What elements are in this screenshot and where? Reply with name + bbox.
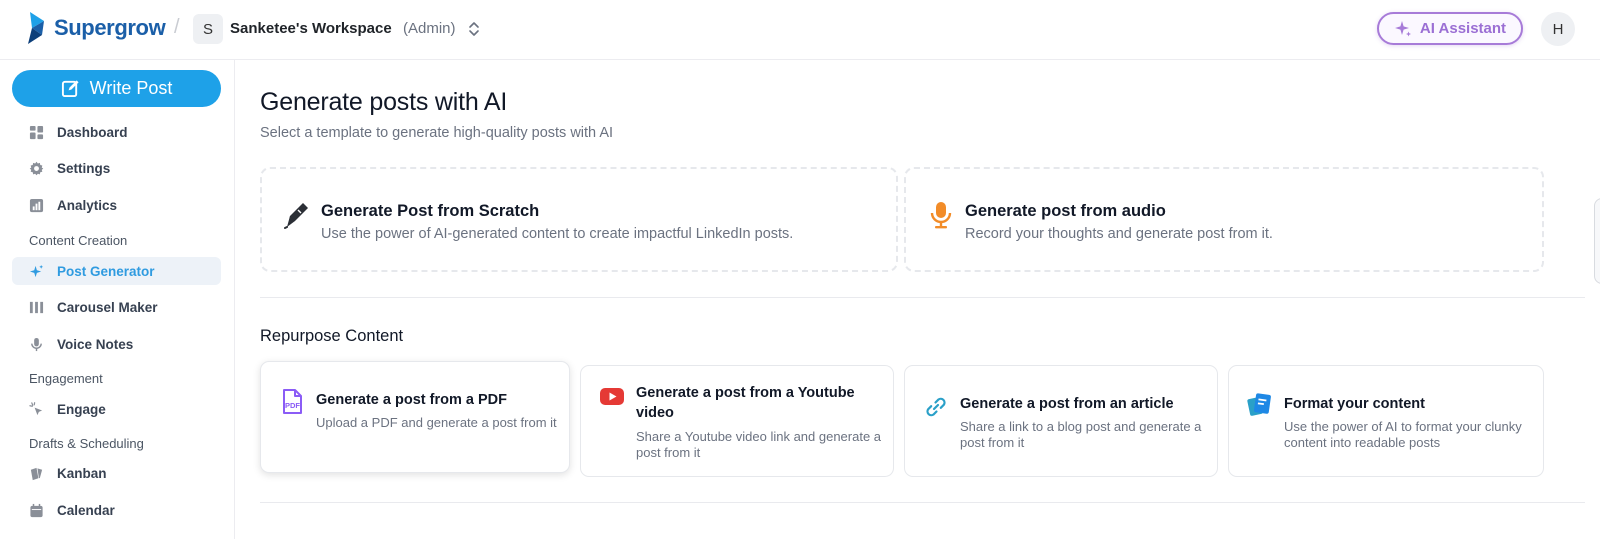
sidebar-item-label: Engage xyxy=(57,401,106,417)
sparkle-icon xyxy=(1394,20,1411,36)
side-panel-handle[interactable] xyxy=(1594,198,1600,284)
repurpose-section-title: Repurpose Content xyxy=(260,327,404,345)
microphone-icon xyxy=(31,337,42,351)
template-card-description: Use the power of AI-generated content to… xyxy=(321,226,794,242)
repurpose-card-pdf[interactable]: PDF Generate a post from a PDF Upload a … xyxy=(260,361,570,473)
gear-icon xyxy=(29,161,44,175)
brand-name: Supergrow xyxy=(54,15,166,40)
sidebar-item-label: Analytics xyxy=(57,197,118,213)
calendar-icon xyxy=(30,503,43,517)
sidebar-item-calendar[interactable]: Calendar xyxy=(12,496,221,524)
breadcrumb-separator: / xyxy=(174,16,180,38)
link-icon xyxy=(926,397,946,417)
user-avatar[interactable]: H xyxy=(1541,12,1575,46)
sidebar-item-kanban[interactable]: Kanban xyxy=(12,459,221,487)
columns-icon xyxy=(29,301,44,313)
sidebar: Write Post Dashboard Settings Analytics … xyxy=(0,60,235,539)
section-divider xyxy=(260,502,1585,503)
top-bar: Supergrow / S Sanketee's Workspace (Admi… xyxy=(0,0,1600,60)
svg-text:PDF: PDF xyxy=(285,401,300,410)
repurpose-card-description: Share a link to a blog post and generate… xyxy=(960,419,1202,450)
sidebar-item-label: Calendar xyxy=(57,502,115,518)
ai-assistant-label: AI Assistant xyxy=(1419,20,1507,37)
sidebar-item-carousel-maker[interactable]: Carousel Maker xyxy=(12,293,221,321)
repurpose-card-format[interactable]: Format your content Use the power of AI … xyxy=(1228,365,1544,477)
workspace-avatar[interactable]: S xyxy=(193,14,223,44)
write-post-button[interactable]: Write Post xyxy=(12,70,221,107)
template-card-audio[interactable]: Generate post from audio Record your tho… xyxy=(904,167,1544,272)
sidebar-item-label: Carousel Maker xyxy=(57,299,158,315)
youtube-icon xyxy=(600,388,624,405)
template-card-description: Record your thoughts and generate post f… xyxy=(965,226,1273,242)
write-post-label: Write Post xyxy=(89,78,173,98)
chevron-up-down-icon[interactable] xyxy=(467,19,481,39)
bar-chart-icon xyxy=(29,198,44,212)
sidebar-item-label: Settings xyxy=(57,160,111,176)
section-drafts-scheduling: Drafts & Scheduling xyxy=(29,436,144,451)
repurpose-card-title: Generate a post from a Youtube video xyxy=(636,385,855,421)
sidebar-item-label: Kanban xyxy=(57,465,107,481)
cursor-click-icon xyxy=(29,401,43,415)
section-content-creation: Content Creation xyxy=(29,233,128,248)
sidebar-item-settings[interactable]: Settings xyxy=(12,154,221,182)
workspace-name[interactable]: Sanketee's Workspace xyxy=(230,20,392,37)
sparkle-icon xyxy=(29,264,44,277)
page-subtitle: Select a template to generate high-quali… xyxy=(260,125,614,141)
repurpose-card-title: Generate a post from a PDF xyxy=(316,392,507,408)
edit-icon xyxy=(61,80,79,98)
template-card-title: Generate post from audio xyxy=(965,202,1166,220)
section-divider xyxy=(260,297,1585,298)
repurpose-card-description: Use the power of AI to format your clunk… xyxy=(1284,419,1522,450)
repurpose-card-description: Share a Youtube video link and generate … xyxy=(636,429,882,460)
sidebar-item-engage[interactable]: Engage xyxy=(12,395,221,423)
sidebar-item-voice-notes[interactable]: Voice Notes xyxy=(12,330,221,358)
microphone-icon xyxy=(930,202,952,229)
sidebar-item-label: Dashboard xyxy=(57,124,128,140)
sidebar-item-label: Post Generator xyxy=(57,263,155,279)
brand-logo[interactable]: Supergrow xyxy=(24,11,166,45)
section-engagement: Engagement xyxy=(29,371,103,386)
format-icon xyxy=(1247,393,1271,416)
repurpose-card-article[interactable]: Generate a post from an article Share a … xyxy=(904,365,1218,477)
page-title: Generate posts with AI xyxy=(260,88,508,116)
pen-icon xyxy=(284,203,308,229)
cards-icon xyxy=(30,467,43,480)
sidebar-item-dashboard[interactable]: Dashboard xyxy=(12,118,221,146)
dashboard-icon xyxy=(29,125,44,139)
repurpose-card-youtube[interactable]: Generate a post from a Youtube video Sha… xyxy=(580,365,894,477)
sidebar-item-label: Voice Notes xyxy=(57,336,134,352)
workspace-role: (Admin) xyxy=(403,20,456,37)
repurpose-card-title: Format your content xyxy=(1284,396,1425,412)
sidebar-item-analytics[interactable]: Analytics xyxy=(12,191,221,219)
main-content: Generate posts with AI Select a template… xyxy=(236,60,1600,539)
template-card-scratch[interactable]: Generate Post from Scratch Use the power… xyxy=(260,167,898,272)
supergrow-logo-icon xyxy=(28,12,44,44)
pdf-file-icon: PDF xyxy=(283,389,302,414)
repurpose-card-description: Upload a PDF and generate a post from it xyxy=(316,415,557,430)
ai-assistant-button[interactable]: AI Assistant xyxy=(1377,12,1523,45)
sidebar-item-post-generator[interactable]: Post Generator xyxy=(12,257,221,285)
repurpose-card-title: Generate a post from an article xyxy=(960,396,1174,412)
template-card-title: Generate Post from Scratch xyxy=(321,202,540,220)
